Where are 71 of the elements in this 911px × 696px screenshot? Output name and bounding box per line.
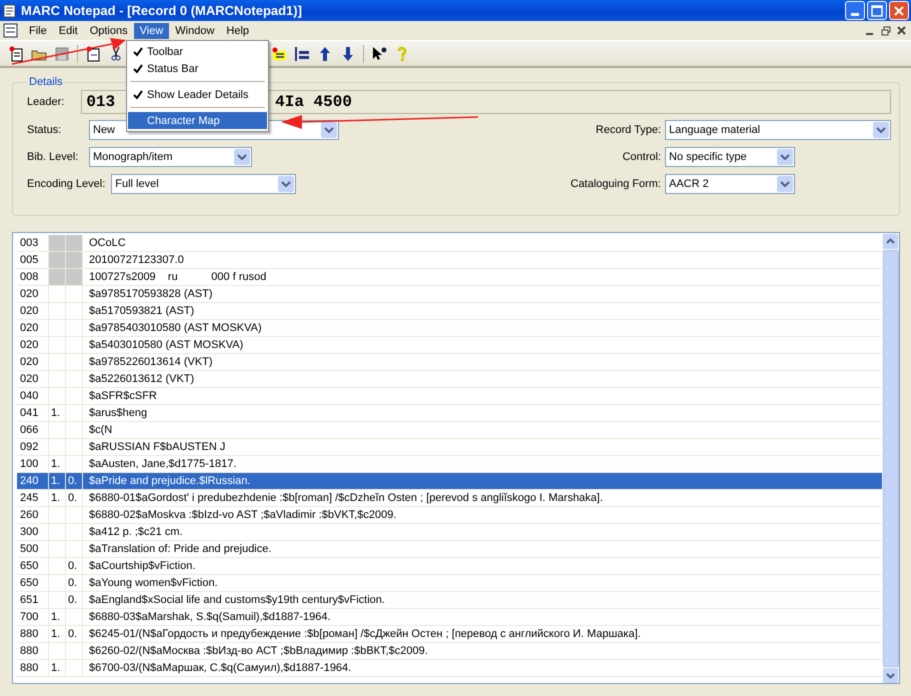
data-cell-text: $aSFR$cSFR <box>88 389 158 404</box>
indicator-cell: 1. <box>49 660 66 676</box>
data-cell-text: $a412 p. ;$c21 cm. <box>88 525 184 540</box>
tag-cell: 020 <box>17 303 49 319</box>
tag-cell: 245 <box>17 490 49 506</box>
data-cell-text: $a9785226013614 (VKT) <box>88 355 214 370</box>
tag-cell: 260 <box>17 507 49 523</box>
data-cell-text: $6880-01$aGordostʹ i predubezhdenie :$b[roman] /$cDzheĭn Osten ; [perevod s angliĭskogo I. Marshaka]. <box>88 491 604 506</box>
indicator-cell: 1. <box>49 473 66 489</box>
tag-cell: 650 <box>17 575 49 591</box>
data-cell-text: $6880-03$aMarshak, S.$q(Samuil),$d1887-1964. <box>88 610 332 625</box>
data-cell-text: $6880-02$aMoskva :$bIzd-vo AST ;$aVladimir :$bVKT,$c2009. <box>88 508 398 523</box>
tag-cell: 700 <box>17 609 49 625</box>
tag-cell: 880 <box>17 660 49 676</box>
indicator-cell: 1. <box>49 456 66 472</box>
tag-cell: 880 <box>17 643 49 659</box>
data-cell-text: $aEngland$xSocial life and customs$y19th century$vFiction. <box>88 593 386 608</box>
data-cell-text: $c(N <box>88 423 114 438</box>
field-label: Leader: <box>27 96 64 108</box>
data-cell-text: $aAusten, Jane,$d1775-1817. <box>88 457 238 472</box>
field-label: Encoding Level: <box>27 178 106 190</box>
tag-cell: 066 <box>17 422 49 438</box>
tag-cell: 092 <box>17 439 49 455</box>
tag-cell: 041 <box>17 405 49 421</box>
data-cell-text: $aPride and prejudice.$lRussian. <box>88 474 252 489</box>
data-cell-text: $a5403010580 (AST MOSKVA) <box>88 338 244 353</box>
data-cell-text: $arus$heng <box>88 406 148 421</box>
data-cell-text: $a5170593821 (AST) <box>88 304 196 319</box>
data-cell-text: $aTranslation of: Pride and prejudice. <box>88 542 272 557</box>
tag-cell: 040 <box>17 388 49 404</box>
data-cell-text: OCoLC <box>88 236 127 251</box>
tag-cell: 880 <box>17 626 49 642</box>
tag-cell: 020 <box>17 371 49 387</box>
data-cell-text: $a9785403010580 (AST MOSKVA) <box>88 321 263 336</box>
data-cell-text: 20100727123307.0 <box>88 253 185 268</box>
data-cell-text: $aRUSSIAN F$bAUSTEN J <box>88 440 226 455</box>
data-cell-text: $aYoung women$vFiction. <box>88 576 219 591</box>
data-cell-text: $a5226013612 (VKT) <box>88 372 196 387</box>
data-cell-text: 100727s2009 ru 000 f rusod <box>88 270 268 285</box>
data-cell-text: $a9785170593828 (AST) <box>88 287 214 302</box>
indicator-cell: 1. <box>49 609 66 625</box>
indicator-cell: 0. <box>66 473 83 489</box>
field-label: Cataloguing Form: <box>570 178 661 190</box>
tag-cell: 020 <box>17 320 49 336</box>
tag-cell: 500 <box>17 541 49 557</box>
indicator-cell: 1. <box>49 490 66 506</box>
tag-cell: 240 <box>17 473 49 489</box>
group-title: Details <box>28 76 64 88</box>
field-label: Bib. Level: <box>27 151 80 163</box>
indicator-cell: 0. <box>66 490 83 506</box>
field-label: Control: <box>622 151 661 163</box>
indicator-cell: 0. <box>66 558 83 574</box>
indicator-cell: 1. <box>49 405 66 421</box>
data-cell-text: $6700-03/(N$aМаршак, С.$q(Самуил),$d1887-1964. <box>88 661 352 676</box>
data-cell-text: $6245-01/(N$aГордость и предубеждение :$b[роман] /$cДжейн Остен ; [перевод с английского И. Маршака]. <box>88 627 642 642</box>
tag-cell: 020 <box>17 337 49 353</box>
tag-cell: 020 <box>17 354 49 370</box>
indicator-cell: 0. <box>66 575 83 591</box>
tag-cell: 651 <box>17 592 49 608</box>
indicator-cell: 0. <box>66 592 83 608</box>
field-label: Record Type: <box>596 124 661 136</box>
indicator-cell: 1. <box>49 626 66 642</box>
field-label: Status: <box>27 124 62 136</box>
indicator-cell: 0. <box>66 626 83 642</box>
tag-cell: 020 <box>17 286 49 302</box>
tag-cell: 100 <box>17 456 49 472</box>
data-cell-text: $aCourtship$vFiction. <box>88 559 196 574</box>
tag-cell: 300 <box>17 524 49 540</box>
tag-cell: 650 <box>17 558 49 574</box>
window-title: MARC Notepad - [Record 0 (MARCNotepad1)] <box>21 3 303 18</box>
data-cell-text: $6260-02/(N$aМосква :$bИзд-во АСТ ;$bВладимир :$bВКТ,$c2009. <box>88 644 429 659</box>
